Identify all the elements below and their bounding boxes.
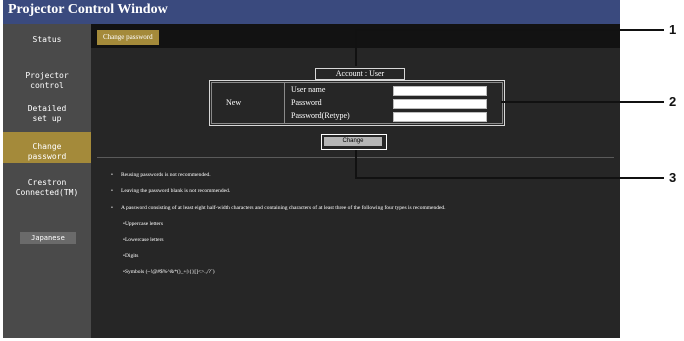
callout-number-2: 2 — [669, 94, 677, 109]
callout-line-3 — [355, 150, 664, 179]
callout-number-1: 1 — [669, 22, 677, 37]
callout-number-3: 3 — [669, 170, 677, 185]
callout-lines — [355, 29, 664, 179]
callout-line-1 — [355, 29, 664, 66]
